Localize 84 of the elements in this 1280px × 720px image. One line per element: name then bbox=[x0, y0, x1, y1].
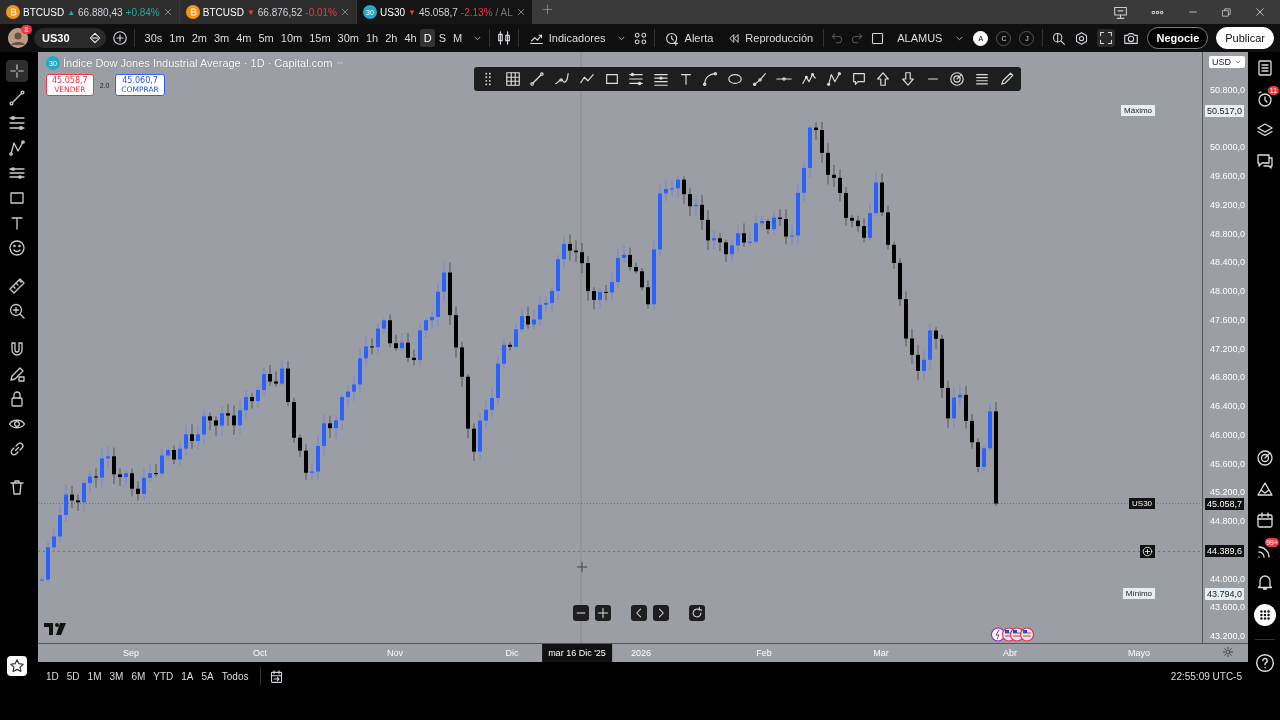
tab-symbol: US30 bbox=[380, 6, 405, 18]
interval-button[interactable]: 3m bbox=[210, 29, 233, 47]
price-tick: 43.600,0 bbox=[1209, 602, 1245, 613]
price-tick: 49.600,0 bbox=[1209, 171, 1245, 182]
interval-button[interactable]: 1m bbox=[165, 29, 189, 47]
interval-button[interactable]: 5m bbox=[255, 29, 278, 47]
alert-button[interactable]: Alerta bbox=[660, 28, 718, 48]
interval-button[interactable]: 2h bbox=[381, 29, 401, 47]
currency-dropdown[interactable]: USD bbox=[1209, 56, 1245, 68]
price-tick: 50.000,0 bbox=[1209, 142, 1245, 153]
low-price: 43.794,0 bbox=[1205, 588, 1245, 601]
range-button[interactable]: 5D bbox=[62, 667, 84, 685]
interval-button[interactable]: 15m bbox=[305, 29, 335, 47]
price-tick: 50.800,0 bbox=[1209, 85, 1245, 95]
crosshair-price: 44.389,6 bbox=[1205, 544, 1245, 557]
time-tick: Abr bbox=[1003, 648, 1017, 658]
range-button[interactable]: YTD bbox=[149, 667, 178, 685]
price-tick: 48.000,0 bbox=[1209, 286, 1245, 297]
time-tick: Nov bbox=[387, 648, 403, 658]
range-button[interactable]: 6M bbox=[127, 667, 150, 685]
time-tick: Sep bbox=[123, 648, 139, 658]
interval-button[interactable]: 4h bbox=[401, 29, 421, 47]
time-tick: Mayo bbox=[1128, 648, 1150, 658]
range-button[interactable]: 1D bbox=[42, 667, 63, 685]
trend-arrow: ▲ bbox=[67, 7, 76, 17]
tab-suffix: / AL bbox=[495, 6, 513, 18]
clock: 22:55:09 UTC-5 bbox=[1170, 670, 1243, 682]
tab-change: -0.01% bbox=[305, 6, 337, 18]
interval-button[interactable]: M bbox=[449, 29, 466, 47]
trade-button[interactable]: Negocie bbox=[1147, 27, 1209, 49]
range-button[interactable]: 1A bbox=[177, 667, 198, 685]
indicators-button[interactable]: Indicadores bbox=[524, 28, 610, 48]
symbol-label: US30 bbox=[1129, 497, 1156, 509]
time-tick: Dic bbox=[505, 648, 519, 658]
browser-tab[interactable]: BTCUSD ▼ 66.876,52 -0.01% bbox=[179, 0, 357, 24]
tab-price: 66.880,43 bbox=[78, 6, 123, 18]
publish-button[interactable]: Publicar bbox=[1216, 27, 1274, 49]
trend-arrow: ▼ bbox=[246, 7, 255, 17]
price-tick: 46.000,0 bbox=[1209, 429, 1245, 440]
price-tick: 45.200,0 bbox=[1209, 487, 1245, 498]
price-tick: 49.200,0 bbox=[1209, 199, 1245, 210]
price-tick: 44.800,0 bbox=[1209, 516, 1245, 527]
range-button[interactable]: Todos bbox=[217, 667, 253, 685]
time-tick: 2026 bbox=[631, 648, 651, 658]
chart-title: Índice Dow Jones Industrial Average · 1D · Capital.com bbox=[63, 57, 333, 69]
layout-button[interactable]: ALAMUS bbox=[893, 30, 947, 46]
tab-price: 45.058,7 bbox=[418, 6, 458, 18]
price-tick: 47.200,0 bbox=[1209, 343, 1245, 354]
low-label: Mínimo bbox=[1122, 588, 1156, 600]
tab-symbol: BTCUSD bbox=[23, 6, 65, 18]
tab-change: +0.84% bbox=[125, 6, 160, 18]
price-tick: 45.600,0 bbox=[1209, 458, 1245, 469]
range-button[interactable]: 1M bbox=[83, 667, 106, 685]
price-tick: 46.800,0 bbox=[1209, 372, 1245, 383]
price-tick: 44.000,0 bbox=[1209, 573, 1245, 584]
interval-button[interactable]: 10m bbox=[277, 29, 306, 47]
high-label: Máximo bbox=[1121, 105, 1156, 117]
price-tick: 48.800,0 bbox=[1209, 228, 1245, 239]
price-tick: 48.400,0 bbox=[1209, 257, 1245, 268]
time-tick: Feb bbox=[756, 648, 772, 658]
interval-button[interactable]: S bbox=[435, 29, 450, 47]
last-price: 45.058,7 bbox=[1205, 497, 1245, 510]
crosshair-date: mar 16 Dic '25 bbox=[542, 644, 612, 662]
high-price: 50.517,0 bbox=[1205, 105, 1245, 118]
price-tick: 43.200,0 bbox=[1209, 631, 1245, 642]
time-tick: Oct bbox=[253, 648, 267, 658]
interval-button[interactable]: 30m bbox=[334, 29, 363, 47]
price-tick: 46.400,0 bbox=[1209, 401, 1245, 412]
interval-button[interactable]: 4m bbox=[232, 29, 255, 47]
interval-button[interactable]: 1h bbox=[362, 29, 382, 47]
price-tick: 47.600,0 bbox=[1209, 314, 1245, 325]
trend-arrow: ▼ bbox=[408, 7, 416, 17]
range-button[interactable]: 5A bbox=[197, 667, 218, 685]
tab-symbol: BTCUSD bbox=[202, 6, 244, 18]
time-tick: Mar bbox=[873, 648, 889, 658]
tab-price: 66.876,52 bbox=[257, 6, 303, 18]
tab-change: -2.13% bbox=[460, 6, 493, 18]
replay-button[interactable]: Reproducción bbox=[723, 29, 818, 47]
symbol-search-field[interactable]: US30 bbox=[34, 28, 107, 48]
browser-tab[interactable]: BTCUSD ▲ 66.880,43 +0.84% bbox=[0, 0, 180, 24]
interval-button[interactable]: 30s bbox=[141, 29, 166, 47]
range-button[interactable]: 3M bbox=[105, 667, 128, 685]
interval-button[interactable]: D bbox=[420, 29, 436, 47]
interval-button[interactable]: 2m bbox=[188, 29, 211, 47]
